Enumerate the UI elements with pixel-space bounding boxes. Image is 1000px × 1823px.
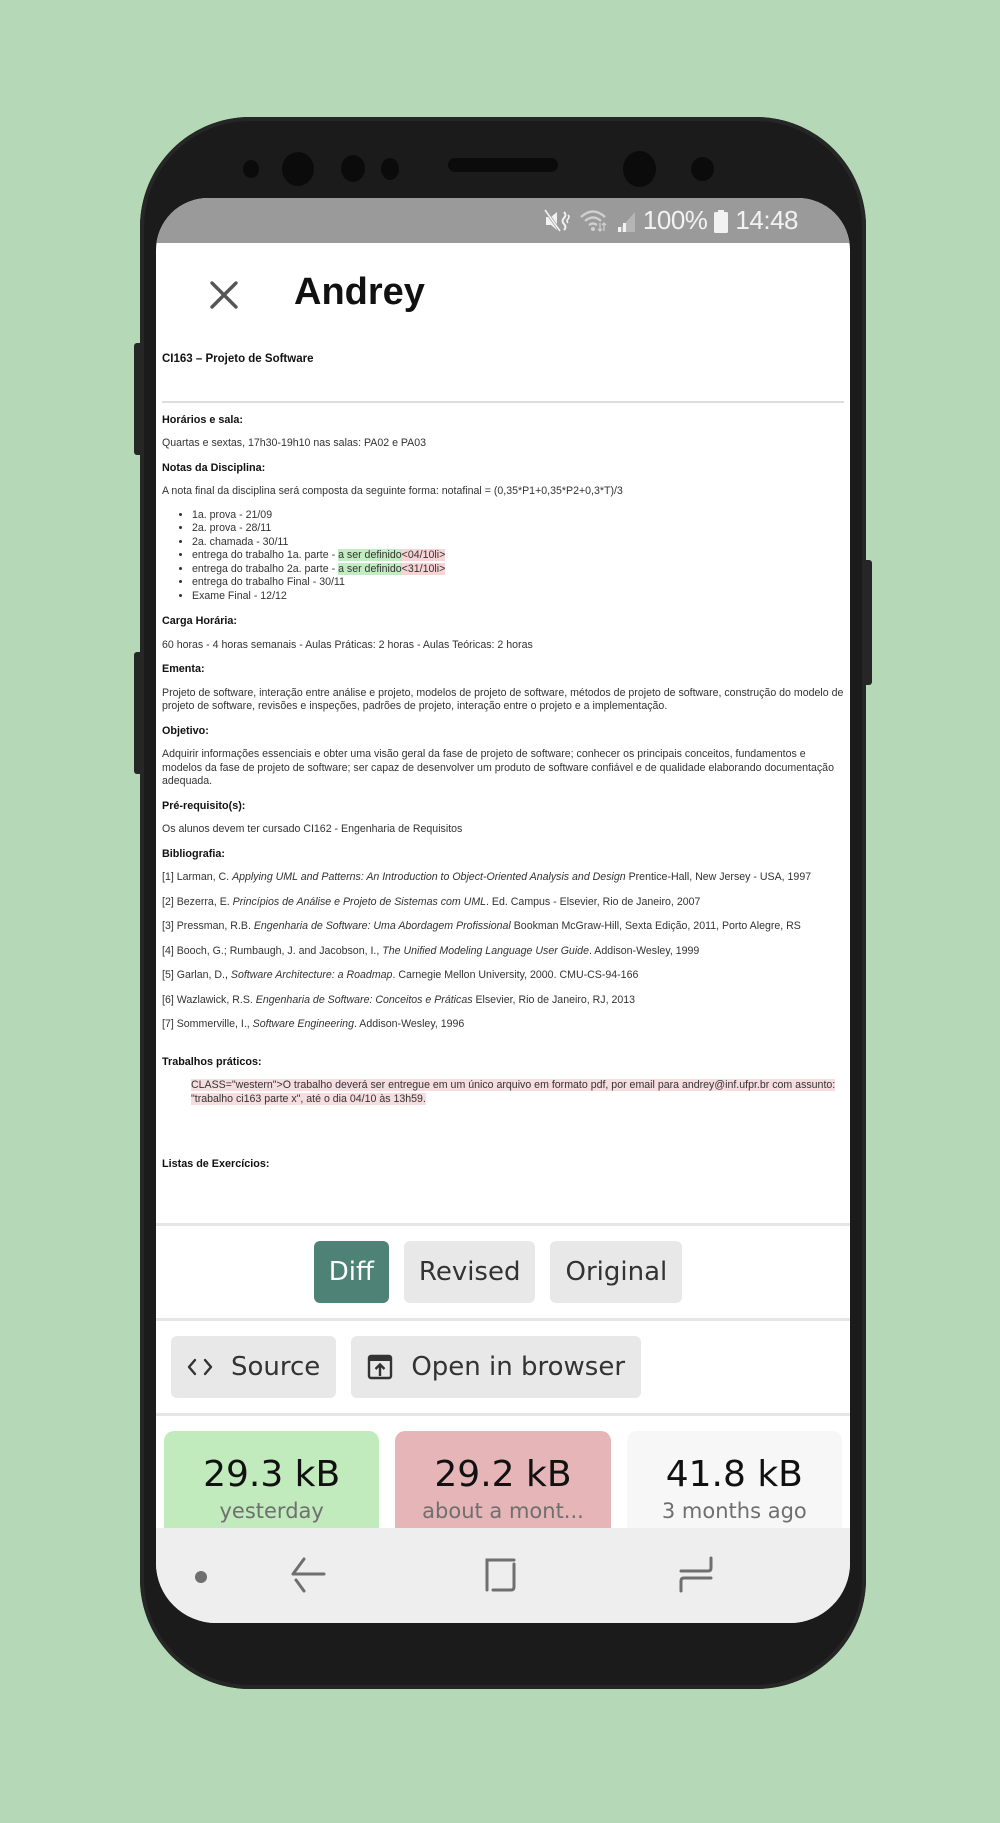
section-text: Adquirir informações essenciais e obter … [162, 748, 834, 787]
section-heading: Notas da Disciplina: [162, 461, 266, 474]
home-button[interactable] [484, 1556, 518, 1599]
open-in-browser-button[interactable]: Open in browser [351, 1336, 642, 1398]
wifi-icon [579, 208, 609, 234]
back-button[interactable] [290, 1556, 326, 1599]
signal-icon [615, 208, 637, 234]
front-camera-icon [282, 152, 314, 186]
code-icon [187, 1358, 213, 1376]
recents-icon [679, 1556, 713, 1593]
bibliography-item: [2] Bezerra, E. Princípios de Análise e … [162, 895, 701, 908]
page-title: Andrey [294, 271, 425, 313]
bibliography-item: [7] Sommerville, I., Software Engineerin… [162, 1018, 465, 1030]
list-item: entrega do trabalho 1a. parte - a ser de… [192, 549, 844, 563]
action-row: Source Open in browser [156, 1321, 850, 1413]
version-time: 3 months ago [661, 1499, 807, 1523]
app-bar: Andrey [156, 243, 850, 353]
section-heading: Carga Horária: [162, 615, 238, 627]
list-item: Exame Final - 12/12 [192, 590, 844, 604]
section-text: A nota final da disciplina será composta… [162, 485, 623, 497]
deleted-text: <31/10li> [401, 562, 446, 575]
list-item: 1a. prova - 21/09 [192, 509, 844, 523]
bibliography-item: [1] Larman, C. Applying UML and Patterns… [162, 871, 812, 883]
section-text: Quartas e sextas, 17h30-19h10 nas salas:… [162, 437, 427, 449]
screen: 100% 14:48 Andrey CI163 – Projeto de Sof… [156, 198, 850, 1623]
inserted-text: a ser definido [338, 562, 402, 575]
section-heading: Horários e sala: [162, 413, 244, 426]
list-item: entrega do trabalho 2a. parte - a ser de… [192, 562, 844, 577]
sensor-dot [341, 155, 365, 182]
bibliography-item: [5] Garlan, D., Software Architecture: a… [162, 969, 639, 981]
back-icon [291, 1557, 326, 1593]
deleted-text: CLASS="western">O trabalho deverá ser en… [191, 1079, 836, 1105]
tab-diff[interactable]: Diff [313, 1241, 389, 1303]
tab-original[interactable]: Original [550, 1241, 683, 1303]
status-bar: 100% 14:48 [156, 198, 850, 243]
list-item: entrega do trabalho Final - 30/11 [192, 576, 844, 590]
open-in-browser-label: Open in browser [411, 1352, 626, 1382]
earpiece-speaker [448, 158, 558, 172]
version-size: 41.8 kB [665, 1454, 803, 1495]
bibliography-item: [4] Booch, G.; Rumbaugh, J. and Jacobson… [162, 944, 700, 957]
open-in-browser-icon [368, 1354, 393, 1380]
diff-document: CI163 – Projeto de Software Horários e s… [156, 353, 850, 1223]
recents-button[interactable] [678, 1556, 714, 1599]
close-icon [210, 281, 238, 309]
navigation-bar [156, 1528, 850, 1623]
divider [162, 400, 844, 403]
section-heading: Pré-requisito(s): [162, 799, 246, 812]
inserted-text: a ser definido [338, 549, 402, 561]
sensor-dot [691, 157, 714, 181]
dot-indicator-icon[interactable] [194, 1570, 208, 1589]
deleted-text: <04/10li> [401, 549, 446, 561]
grades-list: 1a. prova - 21/09 2a. prova - 28/11 2a. … [192, 509, 844, 604]
view-toggle: Diff Revised Original [156, 1226, 850, 1318]
clock: 14:48 [735, 205, 798, 235]
battery-percentage: 100% [642, 205, 708, 235]
source-label: Source [231, 1352, 321, 1382]
source-button[interactable]: Source [171, 1336, 337, 1398]
battery-icon [713, 208, 729, 234]
version-size: 29.3 kB [203, 1454, 341, 1495]
iris-camera-icon [623, 151, 656, 187]
list-item: 2a. prova - 28/11 [192, 522, 844, 536]
section-heading: Objetivo: [162, 724, 209, 737]
list-item: 2a. chamada - 30/11 [192, 536, 844, 550]
sensor-dot [381, 158, 399, 180]
version-size: 29.2 kB [434, 1454, 572, 1495]
document-title: CI163 – Projeto de Software [162, 353, 314, 365]
tab-revised[interactable]: Revised [403, 1241, 536, 1303]
section-text: 60 horas - 4 horas semanais - Aulas Prát… [162, 638, 533, 651]
version-time: about a mont... [422, 1499, 584, 1523]
section-heading: Listas de Exercícios: [162, 1158, 270, 1170]
section-heading: Ementa: [162, 663, 205, 675]
mute-vibrate-icon [543, 208, 573, 234]
version-time: yesterday [219, 1499, 324, 1523]
deleted-block: CLASS="western">O trabalho deverá ser en… [191, 1079, 844, 1106]
close-button[interactable] [206, 277, 242, 313]
section-heading: Bibliografia: [162, 847, 225, 860]
section-heading: Trabalhos práticos: [162, 1055, 262, 1068]
section-text: Projeto de software, interação entre aná… [162, 686, 844, 713]
section-text: Os alunos devem ter cursado CI162 - Enge… [162, 823, 463, 835]
bibliography-item: [6] Wazlawick, R.S. Engenharia de Softwa… [162, 993, 636, 1006]
bibliography-item: [3] Pressman, R.B. Engenharia de Softwar… [162, 920, 801, 932]
home-icon [485, 1558, 516, 1592]
sensor-dot [243, 160, 259, 178]
